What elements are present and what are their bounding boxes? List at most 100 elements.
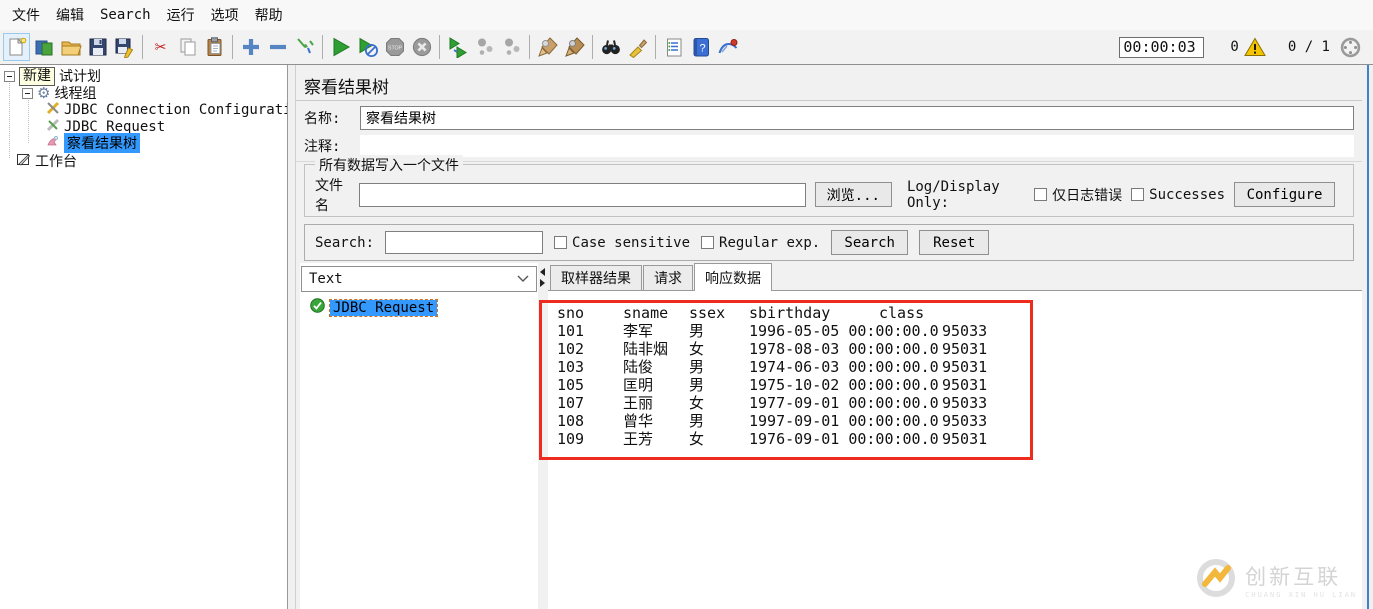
- toolbar-function-helper-button[interactable]: [660, 33, 687, 61]
- cell: 女: [689, 430, 705, 448]
- toolbar-search-button[interactable]: [597, 33, 624, 61]
- toolbar-clear-button[interactable]: [534, 33, 561, 61]
- expand-right-icon[interactable]: [540, 279, 545, 287]
- toolbar-new-button[interactable]: [3, 33, 30, 61]
- menu-item[interactable]: 运行: [159, 1, 203, 29]
- result-node-jdbc-request[interactable]: JDBC Request: [310, 298, 439, 317]
- cell: ssex: [689, 304, 726, 322]
- toolbar-shutdown-button[interactable]: [408, 33, 435, 61]
- collapse-expander-icon[interactable]: [22, 87, 33, 99]
- search-input[interactable]: [385, 231, 544, 254]
- dropper-icon: [294, 36, 316, 58]
- tree-node-workbench[interactable]: 工作台: [16, 152, 77, 170]
- toolbar-remote-start-all-button[interactable]: [444, 33, 471, 61]
- svg-text:STOP: STOP: [387, 45, 402, 51]
- cell: 107: [557, 394, 585, 412]
- menu-item[interactable]: 编辑: [48, 1, 92, 29]
- toolbar-cut-button[interactable]: ✂: [147, 33, 174, 61]
- toolbar-save-button[interactable]: [84, 33, 111, 61]
- cell: 1975-10-02 00:00:00.0: [749, 376, 939, 394]
- cell: 男: [689, 376, 705, 394]
- response-data-row: 108 曾华 男 1997-09-01 00:00:00.0 95033: [557, 412, 1362, 430]
- success-check-icon: [310, 298, 325, 317]
- jdbc-config-label: JDBC Connection Configurati: [64, 102, 288, 118]
- successes-checkbox[interactable]: [1131, 188, 1145, 201]
- help-icon: ?: [690, 36, 712, 58]
- toolbar-start-no-timers-button[interactable]: [354, 33, 381, 61]
- split-divider[interactable]: [538, 263, 548, 609]
- cell: 1996-05-05 00:00:00.0: [749, 322, 939, 340]
- menu-item[interactable]: 帮助: [247, 1, 291, 29]
- view-mode-select[interactable]: Text: [301, 266, 537, 292]
- cell: 王丽: [623, 394, 654, 412]
- collapse-expander-icon[interactable]: [4, 70, 15, 82]
- name-input[interactable]: [360, 105, 1354, 130]
- thread-status-icon: [1340, 37, 1361, 58]
- toolbar-templates-button[interactable]: [30, 33, 57, 61]
- cell: 匡明: [623, 376, 654, 394]
- toolbar-save-as-button[interactable]: [111, 33, 138, 61]
- menu-bar: 文件 编辑 Search 运行 选项 帮助: [0, 0, 1373, 30]
- write-results-legend: 所有数据写入一个文件: [315, 155, 463, 175]
- tab-响应数据[interactable]: 响应数据: [694, 263, 772, 291]
- name-row: 名称:: [304, 104, 1354, 131]
- toolbar-paste-button[interactable]: [201, 33, 228, 61]
- response-data-row: 103 陆俊 男 1974-06-03 00:00:00.0 95031: [557, 358, 1362, 376]
- toolbar-search-reset-button[interactable]: [624, 33, 651, 61]
- tab-取样器结果[interactable]: 取样器结果: [550, 265, 642, 290]
- toolbar-stop-button[interactable]: STOP: [381, 33, 408, 61]
- browse-button[interactable]: 浏览...: [814, 182, 892, 207]
- tree-node-thread-group[interactable]: ⚙ 线程组: [22, 84, 96, 102]
- cell: 陆俊: [623, 358, 654, 376]
- successes-checkbox-wrap: Successes: [1131, 187, 1225, 203]
- copy-icon: [177, 36, 199, 58]
- toolbar-separator: [439, 35, 440, 59]
- menu-item[interactable]: 文件: [4, 1, 48, 29]
- log-display-label: Log/Display Only:: [906, 178, 1000, 211]
- toolbar-remove-button[interactable]: [264, 33, 291, 61]
- toolbar-copy-button[interactable]: [174, 33, 201, 61]
- warning-triangle-icon[interactable]: [1243, 37, 1266, 57]
- comment-input[interactable]: [360, 134, 1354, 157]
- cell: 1974-06-03 00:00:00.0: [749, 358, 939, 376]
- toolbar-dropper-button[interactable]: [291, 33, 318, 61]
- reset-button[interactable]: Reset: [919, 230, 990, 255]
- menu-search[interactable]: Search: [92, 3, 159, 27]
- menu-item[interactable]: 选项: [203, 1, 247, 29]
- response-data-row: 101 李军 男 1996-05-05 00:00:00.0 95033: [557, 322, 1362, 340]
- response-table: sno sname ssex sbirthday class 101 李军男 1996-05-…: [557, 304, 1362, 448]
- clear-icon: [537, 36, 559, 58]
- jmeter-window: { "menu_bar": { "items": ["文件", "编辑", "S…: [0, 0, 1373, 609]
- toolbar-links-button[interactable]: [714, 33, 741, 61]
- toolbar-remote-shutdown-all-button[interactable]: [498, 33, 525, 61]
- toolbar-open-button[interactable]: [57, 33, 84, 61]
- collapse-left-icon[interactable]: [540, 268, 545, 276]
- tab-请求[interactable]: 请求: [643, 265, 693, 290]
- remote-shutdown-all-icon: [501, 36, 523, 58]
- toolbar-separator: [232, 35, 233, 59]
- toolbar-start-button[interactable]: [327, 33, 354, 61]
- templates-icon: [33, 36, 55, 58]
- toolbar: ✂ STOP? 00:00:03 0 0 / 1: [0, 30, 1373, 65]
- configure-button[interactable]: Configure: [1234, 182, 1335, 207]
- case-sensitive-checkbox[interactable]: [554, 236, 568, 249]
- new-icon: [6, 36, 28, 58]
- tree-node-jdbc-connection-configuration[interactable]: JDBC Connection Configurati: [46, 101, 288, 119]
- filename-input[interactable]: [358, 182, 806, 207]
- search-button[interactable]: Search: [831, 230, 909, 255]
- cell: 王芳: [623, 430, 654, 448]
- toolbar-help-button[interactable]: ?: [687, 33, 714, 61]
- regular-exp-checkbox[interactable]: [701, 236, 715, 249]
- cell: 女: [689, 340, 705, 358]
- workbench-label: 工作台: [35, 154, 77, 170]
- case-sensitive-checkbox-wrap: Case sensitive: [554, 235, 690, 251]
- toolbar-add-button[interactable]: [237, 33, 264, 61]
- toolbar-clear-all-button[interactable]: [561, 33, 588, 61]
- view-results-tree-panel: 察看结果树 名称: 注释: 所有数据写入一个文件 文件名 浏览... Log/D…: [295, 65, 1362, 609]
- save-icon: [87, 36, 109, 58]
- tree-node-view-results-tree[interactable]: 察看结果树: [46, 133, 140, 153]
- chevron-down-icon: [517, 275, 529, 283]
- toolbar-remote-stop-all-button[interactable]: [471, 33, 498, 61]
- log-errors-checkbox[interactable]: [1034, 188, 1048, 201]
- cell: 95031: [942, 430, 988, 448]
